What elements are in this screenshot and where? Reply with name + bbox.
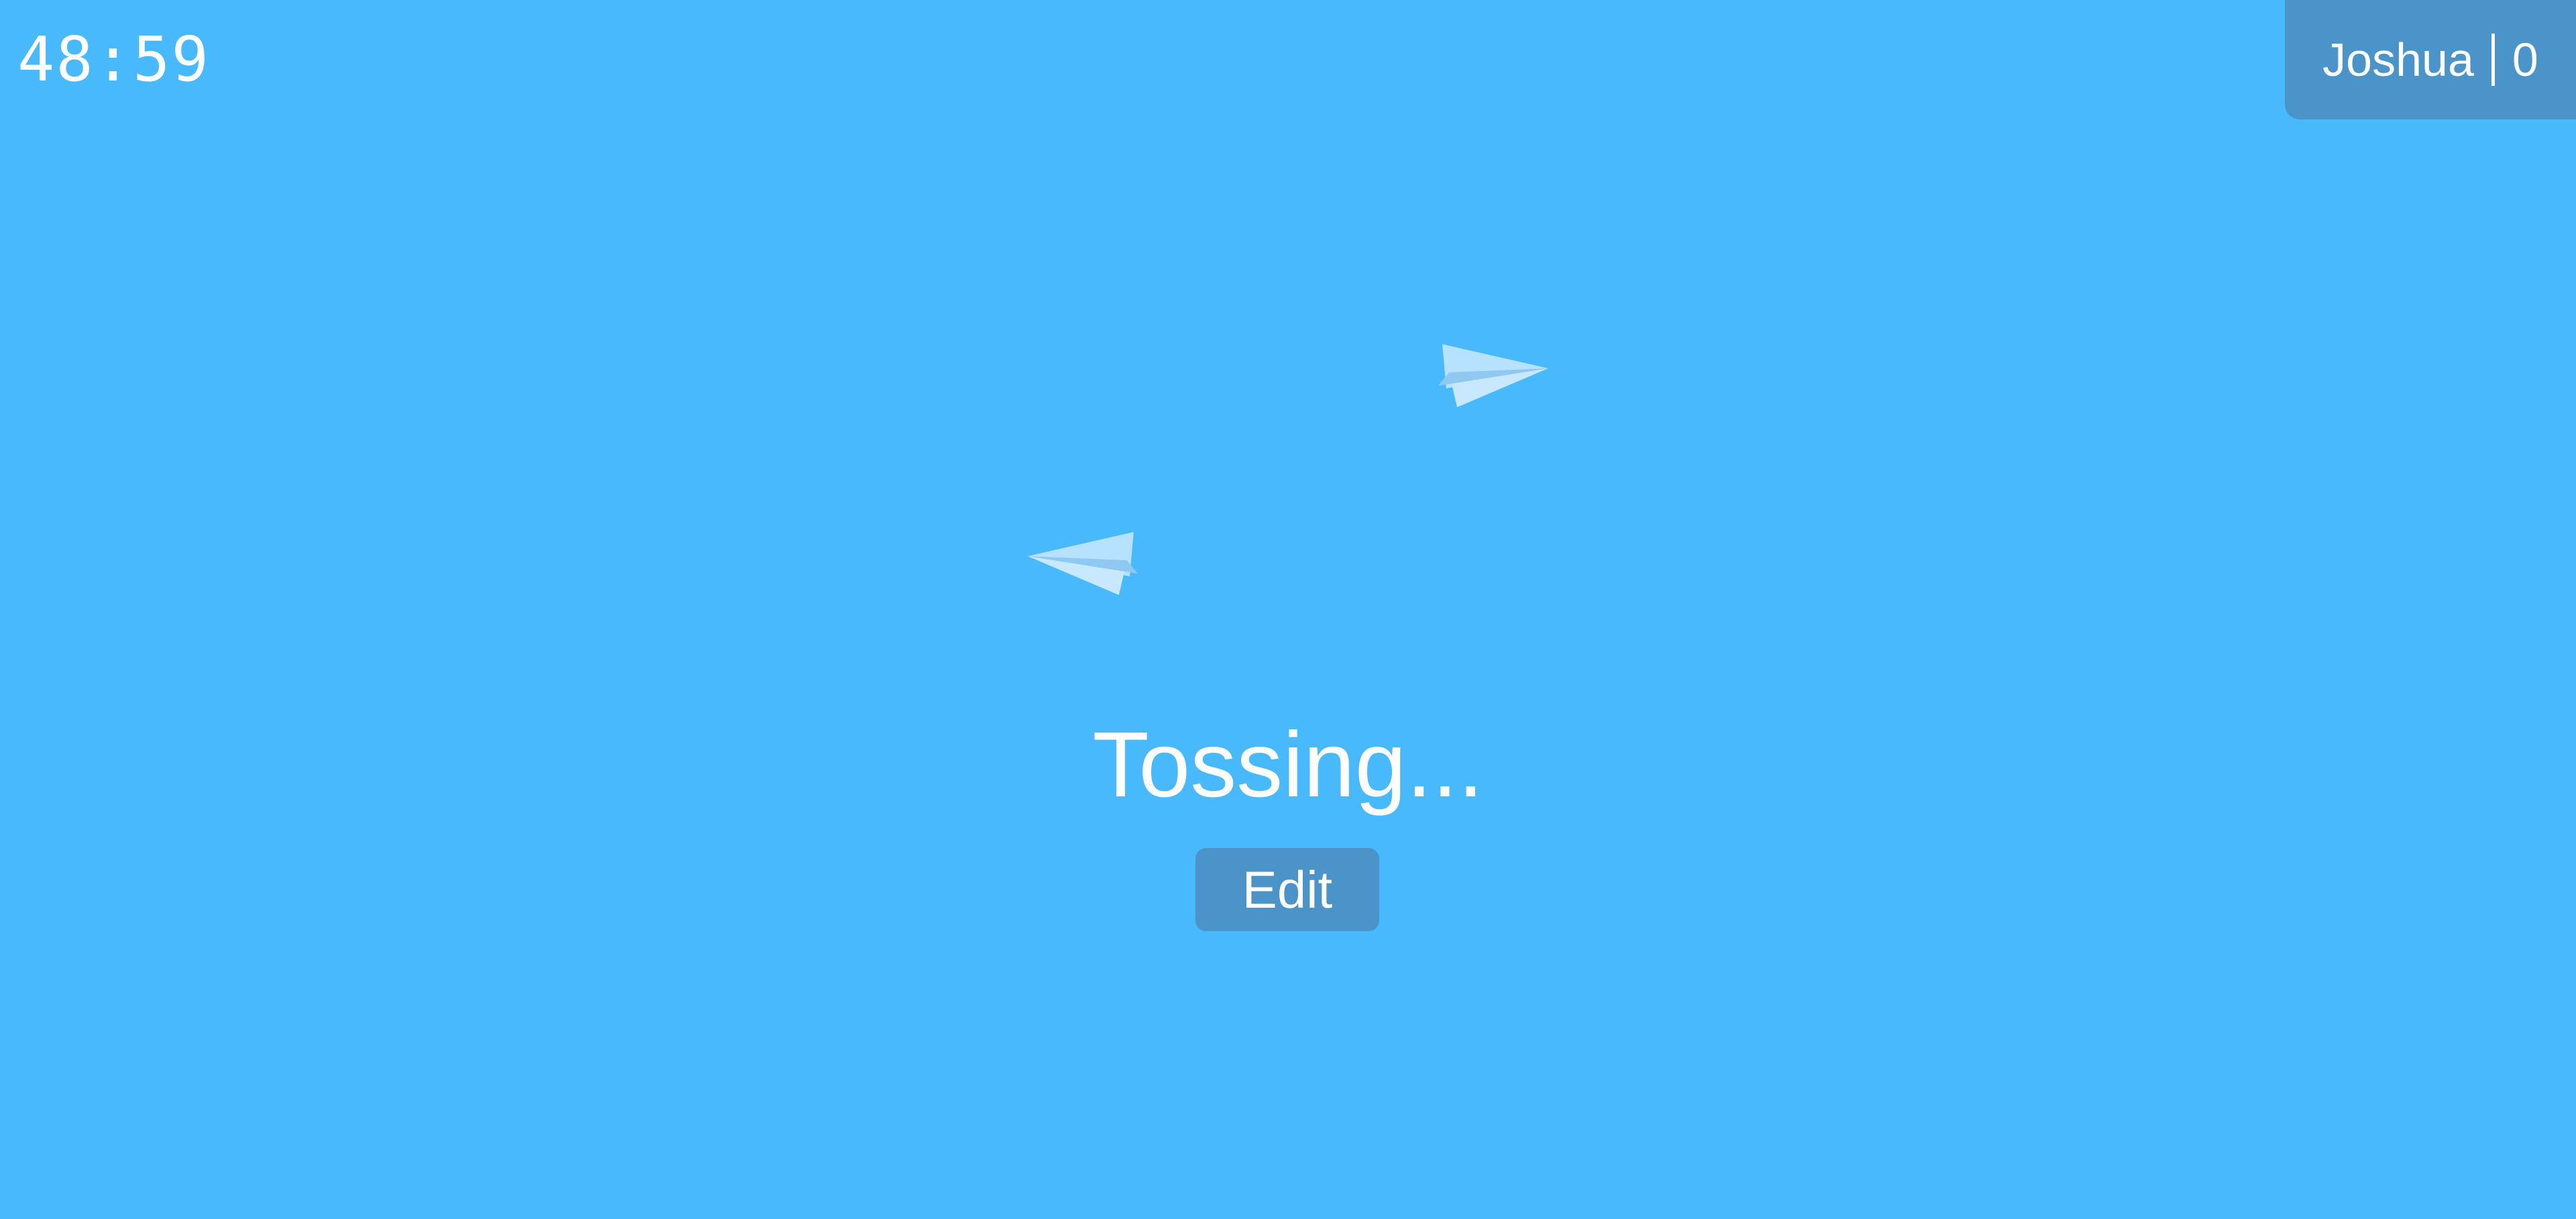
paper-plane-icon: [1434, 339, 1555, 414]
player-name: Joshua: [2322, 34, 2474, 86]
player-score: 0: [2512, 34, 2538, 86]
paper-plane-icon: [1021, 527, 1142, 602]
edit-button[interactable]: Edit: [1195, 848, 1379, 931]
player-score-badge: Joshua 0: [2285, 0, 2576, 119]
countdown-timer: 48:59: [17, 23, 210, 95]
tossing-status-text: Tossing...: [1092, 713, 1484, 816]
score-divider: [2491, 34, 2495, 86]
